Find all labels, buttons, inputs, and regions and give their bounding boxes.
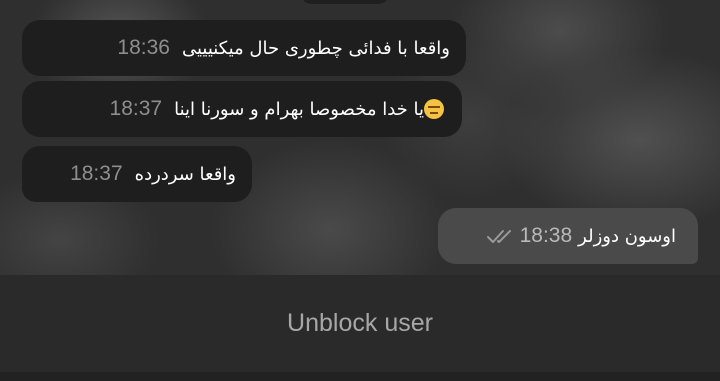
message-text: اوسون دوزلر xyxy=(578,225,676,247)
expressionless-face-icon xyxy=(424,99,444,119)
system-navigation-bar xyxy=(0,372,720,381)
message-bubble-outgoing[interactable]: 18:38 اوسون دوزلر xyxy=(438,208,698,264)
previous-message-bubble xyxy=(300,0,390,4)
message-time: 18:38 xyxy=(519,224,573,247)
message-text: واقعا با فدائی چطوری حال میکنیییی xyxy=(181,37,450,59)
message-time: 18:36 xyxy=(117,36,170,59)
chat-background: 18:36 واقعا با فدائی چطوری حال میکنیییی … xyxy=(0,0,720,275)
message-text: یا خدا مخصوصا بهرام و سورنا اینا xyxy=(174,98,424,120)
unblock-user-button[interactable]: Unblock user xyxy=(0,295,720,351)
message-text: واقعا سردرده xyxy=(134,163,236,185)
message-bubble-incoming[interactable]: 18:36 واقعا با فدائی چطوری حال میکنیییی xyxy=(22,20,466,76)
message-time: 18:37 xyxy=(70,162,123,185)
message-bubble-incoming[interactable]: 18:37 واقعا سردرده xyxy=(22,146,252,202)
message-time: 18:37 xyxy=(109,97,163,120)
read-double-check-icon xyxy=(486,230,511,243)
message-bubble-incoming[interactable]: 18:37 یا خدا مخصوصا بهرام و سورنا اینا xyxy=(22,81,462,137)
